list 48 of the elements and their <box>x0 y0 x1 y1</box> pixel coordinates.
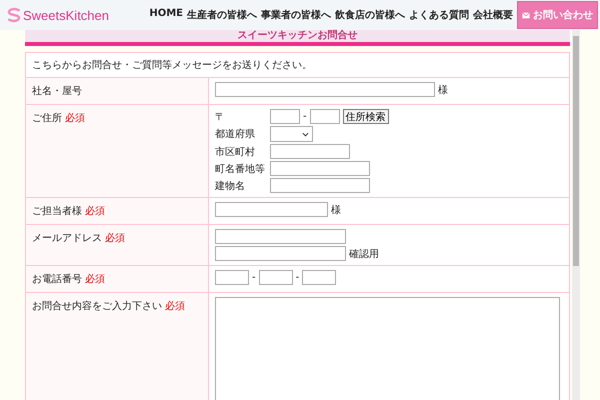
chevron-down-icon <box>302 132 309 136</box>
suffix-text: 様 <box>438 84 448 96</box>
nav-link[interactable]: 会社概要 <box>473 8 513 22</box>
separator-text: - <box>303 111 307 122</box>
scrollbar[interactable] <box>572 30 580 400</box>
field-label: メールアドレス <box>32 232 102 245</box>
field-label: 社名・屋号 <box>32 84 82 98</box>
logo-text[interactable]: SweetsKitchen <box>23 8 109 22</box>
sub-label: 〒 <box>215 110 226 124</box>
nav-link[interactable]: 事業者の皆様へ <box>261 8 331 22</box>
sub-label: 町名番地等 <box>215 162 266 176</box>
separator-text: - <box>252 272 256 283</box>
sub-label: 市区町村 <box>215 146 256 158</box>
field-label: お問合せ内容をご入力下さい <box>32 300 162 313</box>
sub-label: 都道府県 <box>215 128 256 141</box>
suffix-text: 様 <box>331 204 341 216</box>
field-label: ご住所 <box>32 112 62 125</box>
input-field[interactable] <box>302 270 336 285</box>
envelope-icon <box>522 12 530 18</box>
input-field[interactable] <box>215 229 346 244</box>
separator-text: - <box>296 272 300 283</box>
required-label: 必須 <box>85 272 105 286</box>
input-field[interactable] <box>258 270 293 285</box>
sub-label: 建物名 <box>215 180 246 192</box>
nav-link[interactable]: HOME <box>149 8 183 22</box>
confirm-label: 確認用 <box>349 248 379 260</box>
input-field[interactable] <box>215 246 346 261</box>
nav-link[interactable]: 生産者の皆様へ <box>187 8 257 22</box>
input-field[interactable] <box>270 178 370 193</box>
required-label: 必須 <box>65 112 85 125</box>
input-field[interactable] <box>215 202 328 217</box>
input-field[interactable] <box>310 109 340 124</box>
input-field[interactable] <box>270 161 370 176</box>
required-label: 必須 <box>165 300 185 313</box>
required-label: 必須 <box>105 232 125 245</box>
logo-swirl-icon <box>6 7 22 23</box>
input-field[interactable] <box>215 82 435 97</box>
field-label: ご担当者様 <box>32 204 82 218</box>
nav-link[interactable]: よくある質問 <box>409 8 469 22</box>
prefecture-select[interactable] <box>270 126 313 142</box>
input-field[interactable] <box>215 270 249 285</box>
field-label: お電話番号 <box>32 272 82 286</box>
banner-title: スイーツキッチンお問合せ <box>238 30 358 42</box>
address-search-button[interactable]: 住所検索 <box>342 109 389 124</box>
required-label: 必須 <box>85 204 105 218</box>
input-field[interactable] <box>270 109 300 124</box>
nav-link[interactable]: 飲食店の皆様へ <box>335 8 405 22</box>
input-field[interactable] <box>270 144 350 159</box>
